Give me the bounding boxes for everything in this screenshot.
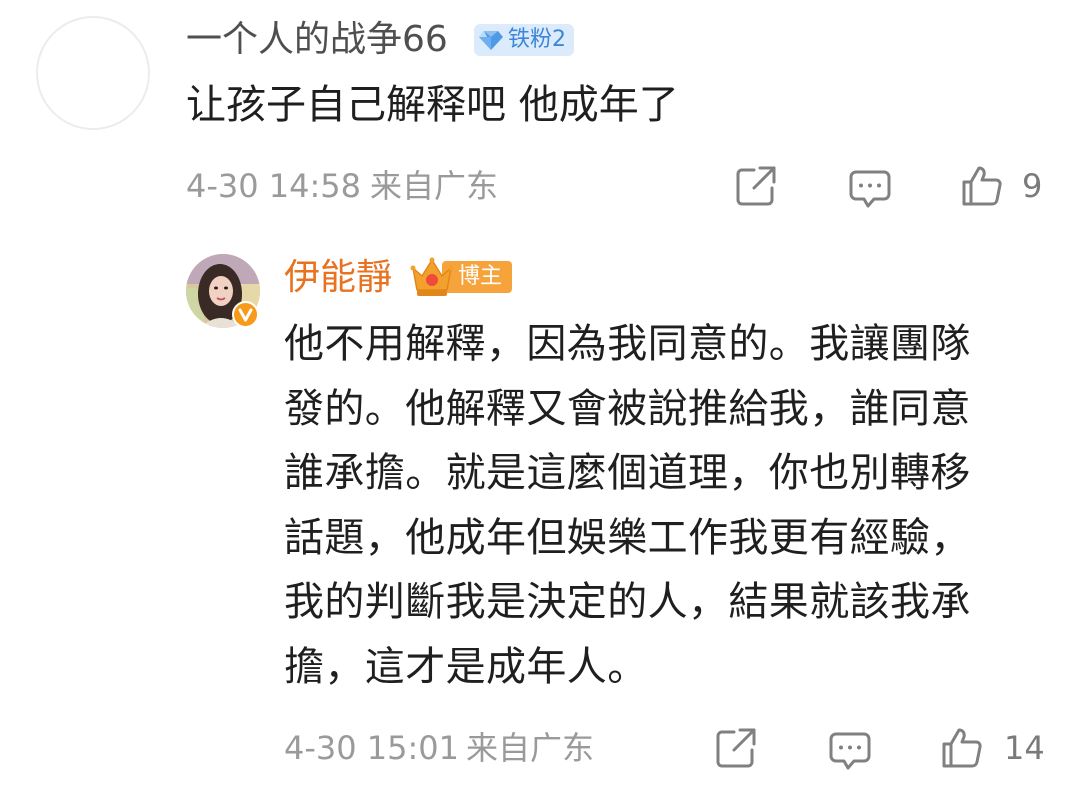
blogger-badge-label: 博主 xyxy=(458,264,503,289)
share-icon[interactable] xyxy=(714,726,758,770)
comment-time: 4-30 14:58 xyxy=(186,167,362,205)
comment-username[interactable]: 一个人的战争66 xyxy=(186,18,448,62)
crown-icon xyxy=(410,254,454,300)
verified-v-icon xyxy=(232,301,259,328)
comment-location: 来自广东 xyxy=(370,167,499,205)
like-count: 14 xyxy=(1004,729,1045,767)
reply-location: 来自广东 xyxy=(466,729,595,767)
share-icon[interactable] xyxy=(734,164,778,208)
fan-badge[interactable]: 铁粉2 xyxy=(474,24,574,56)
reply-time: 4-30 15:01 xyxy=(284,729,460,767)
like-icon[interactable] xyxy=(940,726,984,770)
like-count: 9 xyxy=(1022,167,1043,205)
blogger-badge: 博主 xyxy=(410,254,513,300)
comment-text: 让孩子自己解释吧 他成年了 xyxy=(186,82,679,128)
reply-text: 他不用解釋，因為我同意的。我讓團隊發的。他解釋又會被說推給我，誰同意誰承擔。就是… xyxy=(284,321,971,690)
comment-icon[interactable] xyxy=(828,728,872,772)
fan-badge-label: 铁粉2 xyxy=(508,27,566,52)
comment-icon[interactable] xyxy=(848,166,892,210)
reply-username[interactable]: 伊能靜 xyxy=(284,256,392,300)
avatar[interactable] xyxy=(36,16,150,130)
like-icon[interactable] xyxy=(960,164,1004,208)
diamond-icon xyxy=(478,29,504,51)
